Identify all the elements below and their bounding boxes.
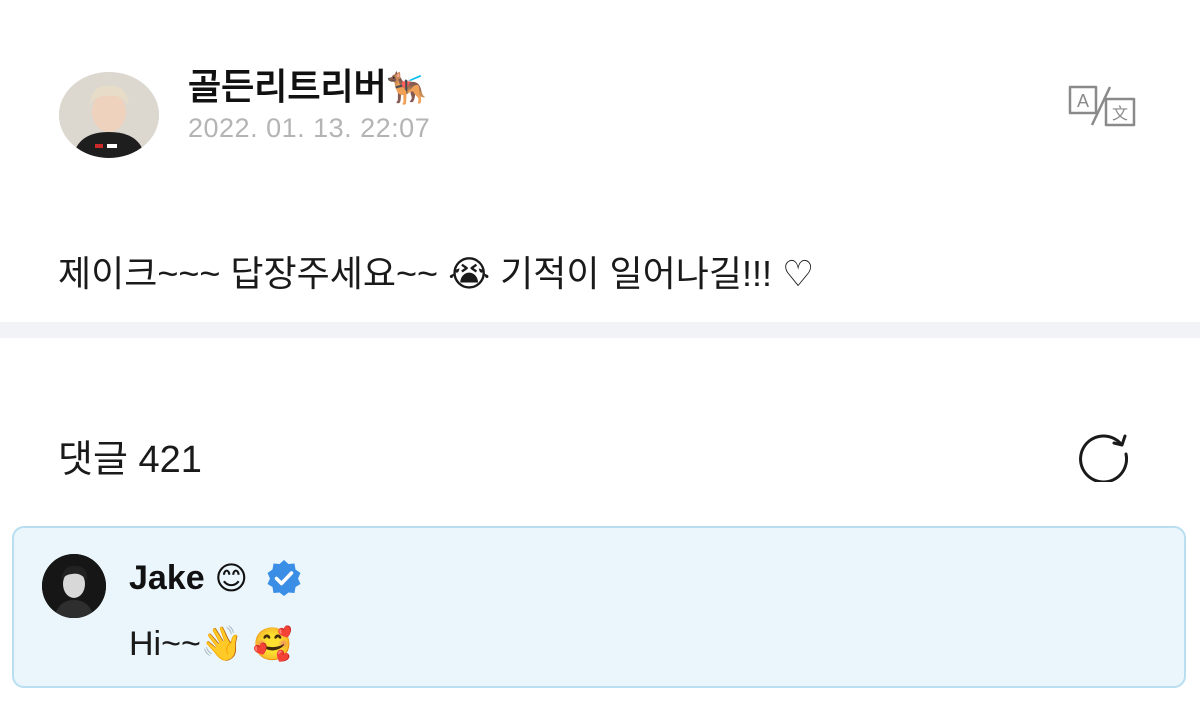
section-divider [0, 322, 1200, 338]
author-avatar[interactable] [59, 72, 159, 158]
comments-header: 댓글 421 [58, 428, 202, 483]
post-date: 2022. 01. 13. 22:07 [188, 113, 431, 143]
post-body: 제이크~~~ 답장주세요~~ 😭 기적이 일어나길!!! ♡ [58, 253, 815, 294]
smile-emoji: 😊 [214, 560, 248, 596]
author-name-text: 골든리트리버 [188, 66, 387, 107]
refresh-icon [1079, 434, 1129, 484]
comment-card[interactable]: Jake 😊 Hi~~👋 🥰 [12, 526, 1186, 688]
comment-avatar[interactable] [42, 554, 106, 618]
translate-icon: A 文 [1068, 85, 1136, 127]
comment-text: Hi~~👋 🥰 [129, 624, 292, 664]
comment-text-main: Hi~~👋 [129, 625, 244, 663]
author-name[interactable]: 골든리트리버🐕‍🦺 [188, 58, 427, 110]
svg-text:A: A [1077, 91, 1089, 111]
smiling-hearts-emoji: 🥰 [252, 626, 293, 662]
refresh-button[interactable] [1073, 422, 1133, 484]
comment-author[interactable]: Jake 😊 [129, 558, 304, 598]
translate-button[interactable]: A 文 [1066, 83, 1138, 129]
verified-badge-icon [267, 560, 301, 596]
svg-text:文: 文 [1112, 104, 1128, 123]
comment-author-name: Jake [129, 558, 205, 597]
comments-count: 421 [138, 439, 202, 481]
comments-label: 댓글 [58, 439, 128, 481]
guide-dog-emoji: 🐕‍🦺 [386, 70, 427, 106]
